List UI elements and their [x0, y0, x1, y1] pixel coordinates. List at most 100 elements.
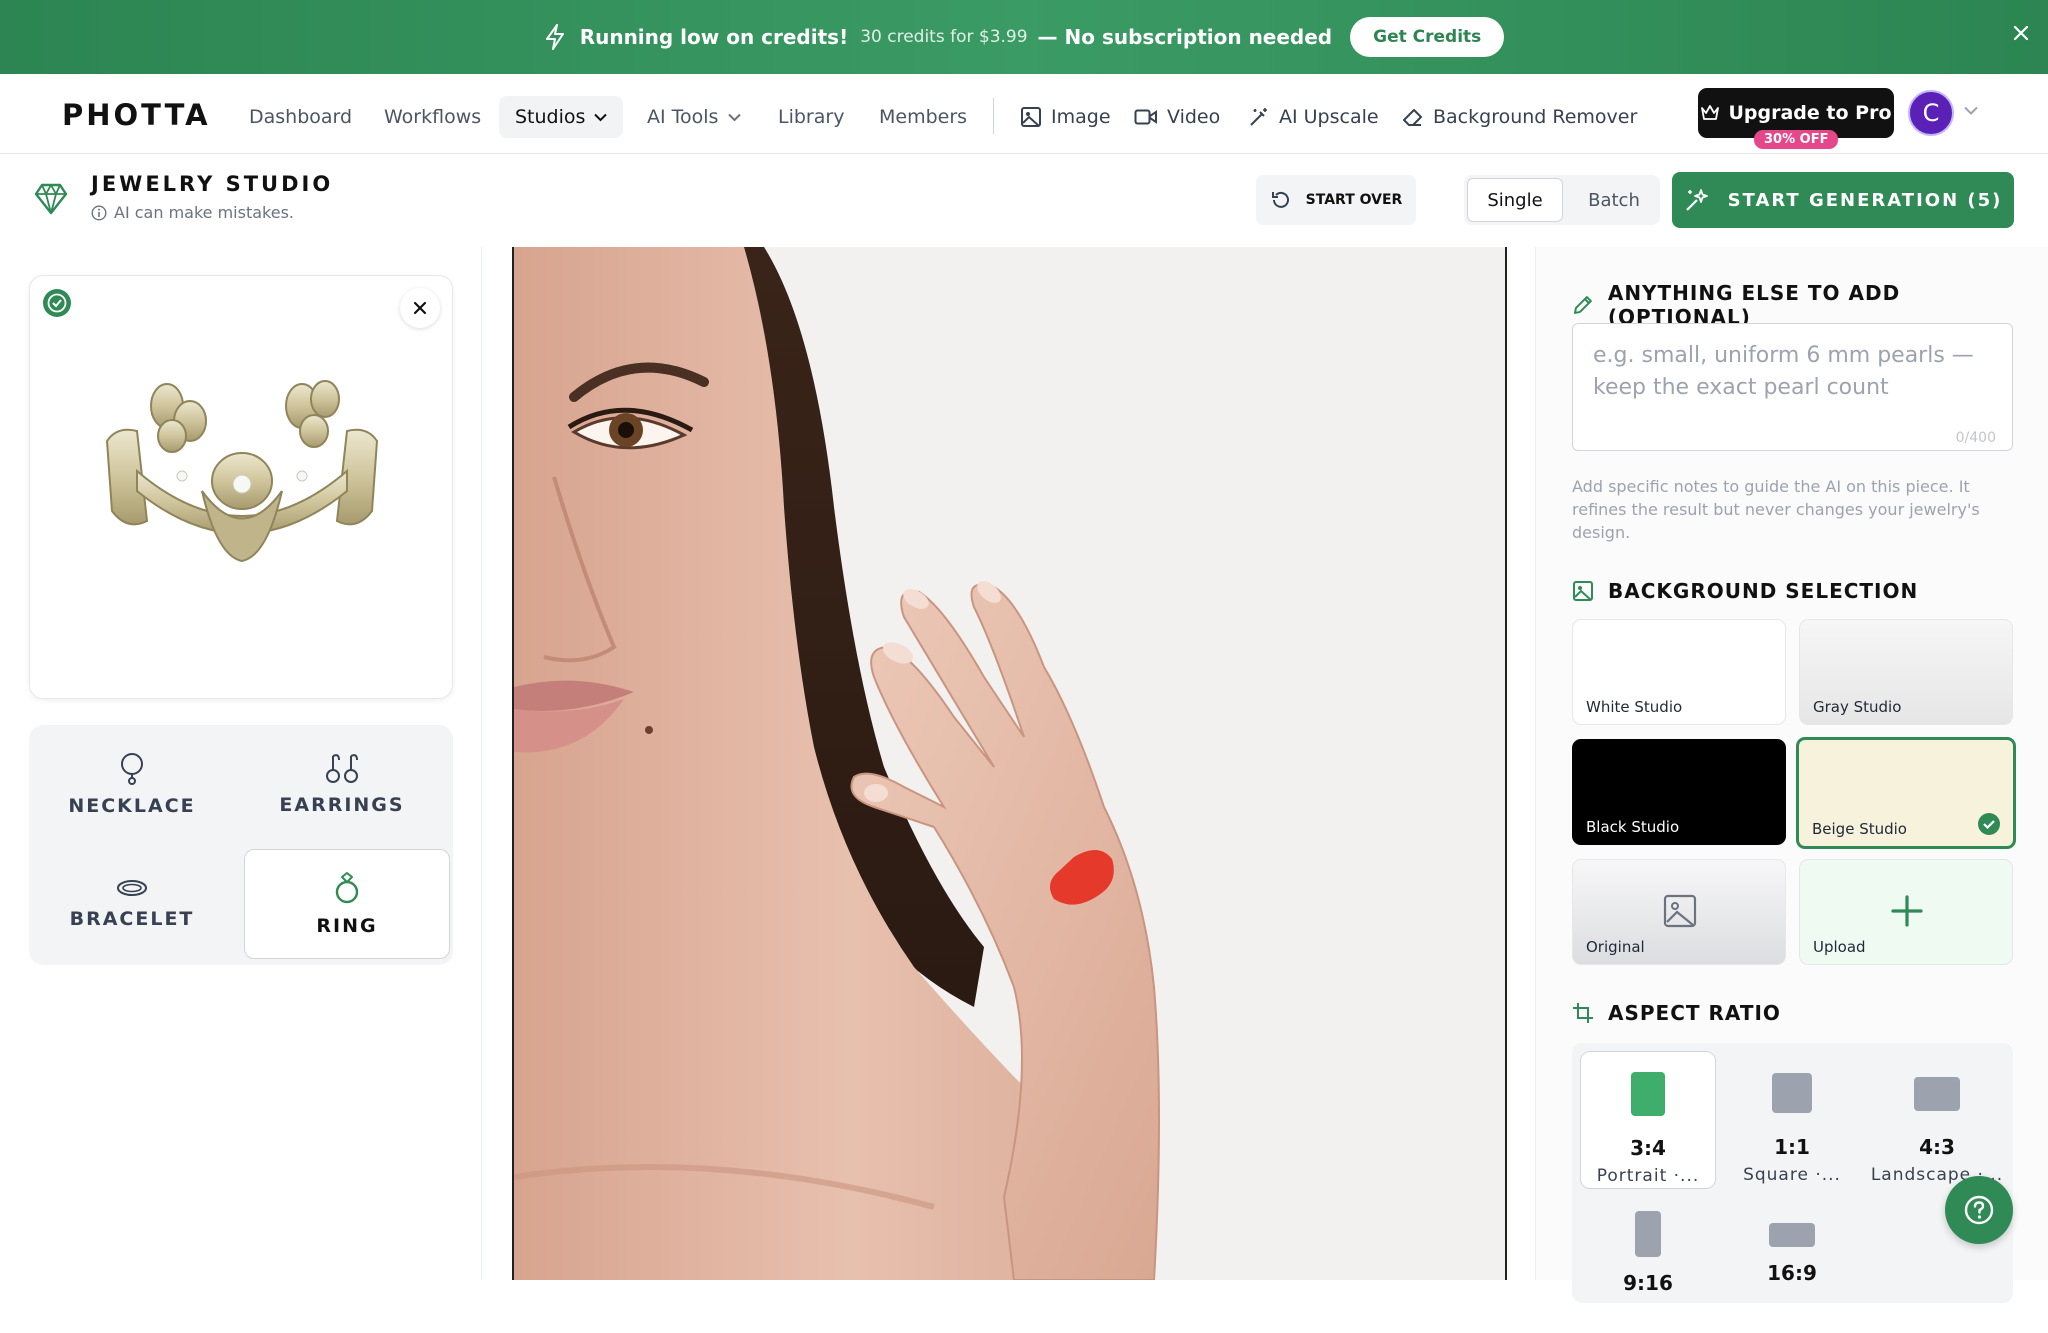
- bg-white-studio-label: White Studio: [1586, 698, 1683, 716]
- nav-members[interactable]: Members: [879, 96, 967, 138]
- aspect-9-16[interactable]: 9:16: [1580, 1195, 1716, 1333]
- top-nav: PHOTTA Dashboard Workflows Studios AI To…: [0, 74, 2048, 154]
- close-icon: [413, 301, 427, 315]
- nav-workflows[interactable]: Workflows: [384, 96, 481, 138]
- ring-icon: [335, 872, 359, 904]
- nav-studios[interactable]: Studios: [499, 96, 624, 138]
- bg-gray-studio-label: Gray Studio: [1813, 698, 1902, 716]
- model-photo: [512, 247, 1507, 1280]
- banner-tagline: — No subscription needed: [1037, 25, 1333, 49]
- banner-headline: Running low on credits!: [579, 25, 849, 49]
- bg-upload[interactable]: Upload: [1799, 859, 2013, 965]
- category-earrings[interactable]: EARRINGS: [239, 729, 445, 839]
- aspect-4-3[interactable]: 4:3 Landscape ·...: [1869, 1051, 2005, 1189]
- plus-icon: [1890, 894, 1924, 928]
- aspect-1-1[interactable]: 1:1 Square ·...: [1724, 1051, 1860, 1189]
- necklace-icon: [121, 753, 143, 785]
- app-logo[interactable]: PHOTTA: [62, 98, 211, 132]
- image-icon: [1573, 581, 1593, 601]
- sparkle-wand-icon: [1685, 189, 1708, 211]
- background-heading: BACKGROUND SELECTION: [1608, 579, 1919, 603]
- nav-dashboard[interactable]: Dashboard: [249, 96, 352, 138]
- aspect-heading: ASPECT RATIO: [1608, 1001, 1781, 1025]
- disclaimer-text: AI can make mistakes.: [114, 203, 294, 222]
- tool-ai-upscale[interactable]: AI Upscale: [1248, 96, 1379, 138]
- discount-badge: 30% OFF: [1754, 130, 1839, 149]
- info-icon: [91, 204, 107, 221]
- bracelet-icon: [117, 880, 147, 896]
- start-over-button[interactable]: START OVER: [1256, 175, 1416, 225]
- crown-icon: [1701, 105, 1720, 120]
- aspect-ratio-label: 3:4: [1630, 1136, 1666, 1160]
- close-banner-icon[interactable]: [2012, 24, 2030, 42]
- aspect-ratio-label: 16:9: [1767, 1261, 1817, 1285]
- notes-input[interactable]: [1573, 324, 2012, 450]
- crop-icon: [1573, 1003, 1593, 1023]
- aspect-name-label: Portrait ·...: [1596, 1166, 1700, 1186]
- ai-disclaimer: AI can make mistakes.: [91, 203, 294, 222]
- char-counter: 0/400: [1955, 430, 1996, 446]
- remove-image-button[interactable]: [400, 288, 440, 328]
- aspect-section-heading: ASPECT RATIO: [1572, 1001, 1781, 1025]
- category-bracelet[interactable]: BRACELET: [29, 849, 235, 959]
- chevron-down-icon[interactable]: [1964, 106, 1978, 115]
- aspect-name-label: Square ·...: [1743, 1165, 1841, 1185]
- square-shape-icon: [1772, 1073, 1812, 1113]
- aspect-ratio-label: 9:16: [1623, 1271, 1673, 1295]
- tool-image-label: Image: [1051, 106, 1111, 128]
- start-generation-button[interactable]: START GENERATION (5): [1672, 172, 2014, 228]
- chevron-down-icon: [728, 113, 742, 121]
- mode-single-button[interactable]: Single: [1467, 178, 1563, 222]
- diamond-icon: [34, 183, 68, 215]
- nav-studios-label: Studios: [515, 106, 586, 128]
- nav-library[interactable]: Library: [778, 96, 844, 138]
- studio-toolbar: JEWELRY STUDIO AI can make mistakes. STA…: [0, 155, 2048, 247]
- check-circle-icon: [1977, 812, 2001, 836]
- nav-divider: [993, 98, 994, 134]
- start-generation-label: START GENERATION (5): [1727, 189, 2003, 211]
- category-ring-label: RING: [316, 915, 378, 937]
- bg-original[interactable]: Original: [1572, 859, 1786, 965]
- notes-field[interactable]: 0/400: [1572, 323, 2013, 451]
- bg-white-studio[interactable]: White Studio: [1572, 619, 1786, 725]
- uploaded-jewelry-card: [29, 275, 453, 699]
- video-icon: [1134, 109, 1157, 125]
- help-button[interactable]: [1945, 1176, 2013, 1244]
- category-ring[interactable]: RING: [244, 849, 450, 959]
- jewelry-image: [92, 371, 392, 571]
- aspect-16-9[interactable]: 16:9: [1724, 1195, 1860, 1333]
- tall-shape-icon: [1635, 1211, 1661, 1257]
- get-credits-button[interactable]: Get Credits: [1350, 17, 1505, 57]
- user-avatar[interactable]: C: [1908, 90, 1954, 136]
- bg-black-studio[interactable]: Black Studio: [1572, 739, 1786, 845]
- category-earrings-label: EARRINGS: [279, 794, 405, 816]
- tool-image[interactable]: Image: [1020, 96, 1111, 138]
- tool-background-remover[interactable]: Background Remover: [1402, 96, 1637, 138]
- wide-shape-icon: [1769, 1223, 1815, 1247]
- portrait-shape-icon: [1631, 1072, 1665, 1116]
- settings-panel: ANYTHING ELSE TO ADD (OPTIONAL) 0/400 Ad…: [1535, 247, 2048, 1303]
- preview-area: [482, 247, 1535, 1280]
- tool-video[interactable]: Video: [1134, 96, 1220, 138]
- mode-batch-button[interactable]: Batch: [1572, 178, 1656, 222]
- eraser-icon: [1403, 109, 1422, 126]
- notes-section-heading: ANYTHING ELSE TO ADD (OPTIONAL): [1572, 281, 2048, 329]
- category-bracelet-label: BRACELET: [69, 908, 195, 930]
- magic-wand-icon: [1250, 108, 1267, 126]
- category-necklace[interactable]: NECKLACE: [29, 729, 235, 839]
- bg-beige-studio[interactable]: Beige Studio: [1796, 737, 2016, 849]
- banner-offer: 30 credits for $3.99: [860, 27, 1028, 47]
- bg-black-studio-label: Black Studio: [1586, 818, 1680, 836]
- check-circle-icon: [42, 288, 72, 318]
- reset-icon: [1271, 191, 1289, 208]
- nav-ai-tools[interactable]: AI Tools: [647, 96, 742, 138]
- aspect-3-4[interactable]: 3:4 Portrait ·...: [1580, 1051, 1716, 1189]
- pencil-icon: [1573, 296, 1592, 314]
- bg-upload-label: Upload: [1813, 938, 1866, 956]
- aspect-ratio-selector: 3:4 Portrait ·... 1:1 Square ·... 4:3 La…: [1572, 1043, 2013, 1303]
- nav-ai-tools-label: AI Tools: [647, 106, 719, 128]
- bg-beige-studio-label: Beige Studio: [1812, 820, 1907, 838]
- question-icon: [1964, 1195, 1994, 1225]
- bg-gray-studio[interactable]: Gray Studio: [1799, 619, 2013, 725]
- notes-help-text: Add specific notes to guide the AI on th…: [1572, 477, 1980, 542]
